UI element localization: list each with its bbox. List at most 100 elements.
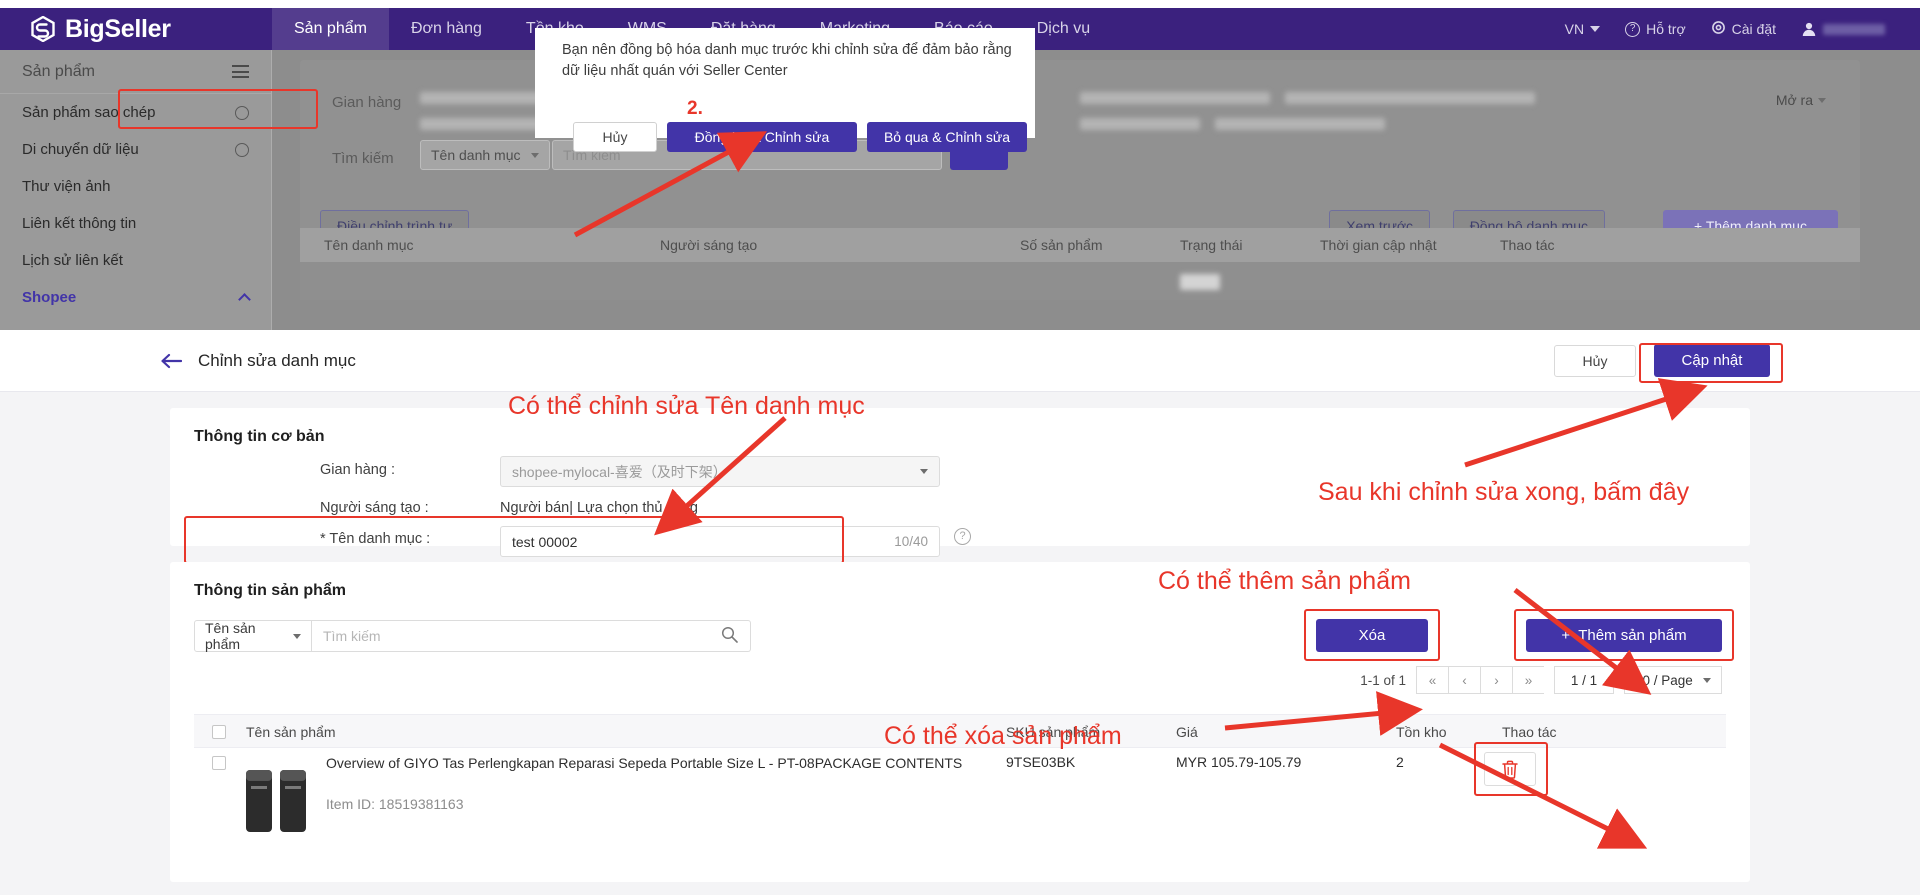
sidebar-item-image-library[interactable]: Thư viện ảnh bbox=[0, 168, 271, 205]
pagination-prev-button[interactable]: ‹ bbox=[1448, 666, 1480, 694]
support-label: Hỗ trợ bbox=[1646, 21, 1686, 37]
basic-info-panel: Thông tin cơ bản Gian hàng : shopee-mylo… bbox=[170, 408, 1750, 564]
sidebar-item-label: Lịch sử liên kết bbox=[22, 252, 123, 269]
settings-button[interactable]: Cài đặt bbox=[1702, 20, 1785, 38]
shop-value-redacted-6 bbox=[1285, 92, 1535, 104]
product-filter-select[interactable]: Tên sản phẩm bbox=[194, 620, 312, 652]
annotation-step-number: 2. bbox=[687, 98, 703, 119]
nav-item-orders[interactable]: Đơn hàng bbox=[389, 8, 504, 50]
skip-and-edit-button[interactable]: Bỏ qua & Chỉnh sửa bbox=[867, 122, 1027, 152]
expand-filters-label: Mở ra bbox=[1775, 92, 1813, 108]
pagination-next-button[interactable]: › bbox=[1480, 666, 1512, 694]
trash-icon[interactable] bbox=[1484, 752, 1536, 786]
chevron-down-icon bbox=[293, 633, 301, 639]
sidebar-item-label: Di chuyển dữ liệu bbox=[22, 141, 139, 158]
th-product-name: Tên sản phẩm bbox=[246, 724, 336, 740]
sync-and-edit-button[interactable]: Đồng bộ & Chỉnh sửa bbox=[667, 122, 857, 152]
product-search-input[interactable]: Tìm kiếm bbox=[311, 620, 751, 652]
th-status: Trạng thái bbox=[1180, 237, 1243, 253]
th-creator: Người sáng tạo bbox=[660, 237, 758, 253]
pagination-range: 1-1 of 1 bbox=[1360, 672, 1406, 688]
sidebar-item-label: Thư viện ảnh bbox=[22, 178, 111, 195]
row-status-redacted bbox=[1180, 274, 1220, 290]
cancel-button[interactable]: Hủy bbox=[1554, 344, 1636, 377]
support-button[interactable]: ? Hỗ trợ bbox=[1616, 21, 1695, 37]
table-row: Overview of GIYO Tas Perlengkapan Repara… bbox=[194, 742, 1726, 858]
sidebar-header: Sản phẩm bbox=[0, 50, 271, 94]
shop-value-redacted-7 bbox=[1080, 118, 1200, 130]
chevron-up-icon bbox=[238, 293, 251, 306]
product-sku: 9TSE03BK bbox=[1006, 754, 1076, 770]
update-button[interactable]: Cập nhật bbox=[1654, 344, 1770, 377]
question-circle-icon: ? bbox=[1625, 21, 1641, 37]
basic-info-title: Thông tin cơ bản bbox=[194, 428, 325, 445]
product-info-title: Thông tin sản phẩm bbox=[194, 582, 346, 599]
chevron-down-icon bbox=[1818, 97, 1826, 103]
nav-item-products[interactable]: Sản phẩm bbox=[272, 8, 389, 50]
dialog-button-row: Hủy Đồng bộ & Chỉnh sửa Bỏ qua & Chỉnh s… bbox=[573, 122, 1027, 152]
expand-filters-button[interactable]: Mở ra bbox=[1776, 92, 1826, 108]
product-item-id: Item ID: 18519381163 bbox=[326, 796, 464, 812]
sidebar-item-copy-product[interactable]: Sản phẩm sao chép bbox=[0, 94, 271, 131]
sidebar-item-migrate-data[interactable]: Di chuyển dữ liệu bbox=[0, 131, 271, 168]
product-price: MYR 105.79-105.79 bbox=[1176, 754, 1302, 770]
sidebar-item-shopee[interactable]: Shopee bbox=[0, 279, 271, 316]
shop-value-redacted-8 bbox=[1215, 118, 1385, 130]
bigseller-logo-icon bbox=[30, 15, 56, 43]
dialog-message: Bạn nên đồng bộ hóa danh mục trước khi c… bbox=[562, 42, 1012, 79]
select-all-checkbox[interactable] bbox=[212, 725, 226, 739]
gear-icon bbox=[1711, 20, 1726, 38]
shop-value: shopee-mylocal-喜爱（及时下架） bbox=[512, 463, 727, 480]
search-icon[interactable] bbox=[721, 626, 738, 646]
sync-confirmation-dialog: Bạn nên đồng bộ hóa danh mục trước khi c… bbox=[535, 28, 1035, 152]
page-header: Chỉnh sửa danh mục Hủy Cập nhật bbox=[0, 330, 1920, 392]
category-name-input[interactable]: test 00002 10/40 bbox=[500, 526, 940, 557]
app-logo[interactable]: BigSeller bbox=[0, 8, 272, 50]
sidebar-item-link-history[interactable]: Lịch sử liên kết bbox=[0, 242, 271, 279]
chevron-down-icon bbox=[1590, 26, 1601, 32]
annotation-can-delete: Có thể xóa sản phẩm bbox=[884, 722, 1122, 750]
th-actions: Thao tác bbox=[1500, 237, 1555, 253]
sidebar-item-label: Sản phẩm sao chép bbox=[22, 104, 156, 121]
pagination-current-page[interactable]: 1 / 1 bbox=[1554, 666, 1614, 694]
row-checkbox[interactable] bbox=[212, 756, 226, 770]
username-redacted bbox=[1823, 23, 1885, 35]
dialog-cancel-button[interactable]: Hủy bbox=[573, 122, 657, 152]
sidebar-item-link-info[interactable]: Liên kết thông tin bbox=[0, 205, 271, 242]
pagination: 1-1 of 1 « ‹ › » 1 / 1 50 / Page bbox=[1360, 666, 1722, 694]
annotation-edit-name: Có thể chỉnh sửa Tên danh mục bbox=[508, 392, 865, 420]
delete-products-button[interactable]: Xóa bbox=[1316, 619, 1428, 652]
sidebar-item-label: Liên kết thông tin bbox=[22, 215, 137, 232]
gear-icon[interactable] bbox=[235, 142, 249, 157]
add-product-button[interactable]: + Thêm sản phẩm bbox=[1526, 619, 1722, 652]
shop-value-redacted-5 bbox=[1080, 92, 1270, 104]
page-header-actions: Hủy Cập nhật bbox=[1554, 344, 1920, 377]
question-mark-icon[interactable]: ? bbox=[954, 528, 971, 545]
sidebar-item-label: Shopee bbox=[22, 289, 77, 306]
annotation-can-add: Có thể thêm sản phẩm bbox=[1158, 567, 1411, 595]
edit-category-page: Chỉnh sửa danh mục Hủy Cập nhật Thông ti… bbox=[0, 330, 1920, 895]
chevron-down-icon bbox=[531, 152, 539, 158]
th-category-name: Tên danh mục bbox=[324, 237, 414, 253]
character-counter: 10/40 bbox=[894, 534, 928, 549]
pagination-first-button[interactable]: « bbox=[1416, 666, 1448, 694]
user-account-menu[interactable] bbox=[1792, 21, 1894, 37]
language-selector[interactable]: VN bbox=[1556, 21, 1609, 37]
shop-filter-label: Gian hàng bbox=[332, 94, 402, 111]
back-arrow-icon[interactable] bbox=[160, 353, 183, 369]
gear-icon[interactable] bbox=[235, 105, 249, 120]
chevron-down-icon bbox=[920, 469, 928, 474]
pagination-page-size-select[interactable]: 50 / Page bbox=[1624, 666, 1722, 694]
pagination-last-button[interactable]: » bbox=[1512, 666, 1544, 694]
shop-value-redacted-3 bbox=[420, 118, 550, 130]
th-updated-at: Thời gian cập nhật bbox=[1320, 237, 1437, 253]
sidebar-header-label: Sản phẩm bbox=[22, 62, 95, 80]
category-filter-select[interactable]: Tên danh mục bbox=[420, 140, 550, 170]
app-brand-name: BigSeller bbox=[65, 14, 171, 43]
product-stock: 2 bbox=[1396, 754, 1404, 770]
background-app-region: BigSeller Sản phẩm Đơn hàng Tồn kho WMS … bbox=[0, 0, 1920, 330]
page-size-label: 50 / Page bbox=[1635, 672, 1693, 688]
product-search-placeholder: Tìm kiếm bbox=[323, 628, 381, 644]
collapse-menu-icon[interactable] bbox=[232, 65, 249, 78]
creator-value: Người bán| Lựa chọn thủ công bbox=[500, 500, 698, 516]
